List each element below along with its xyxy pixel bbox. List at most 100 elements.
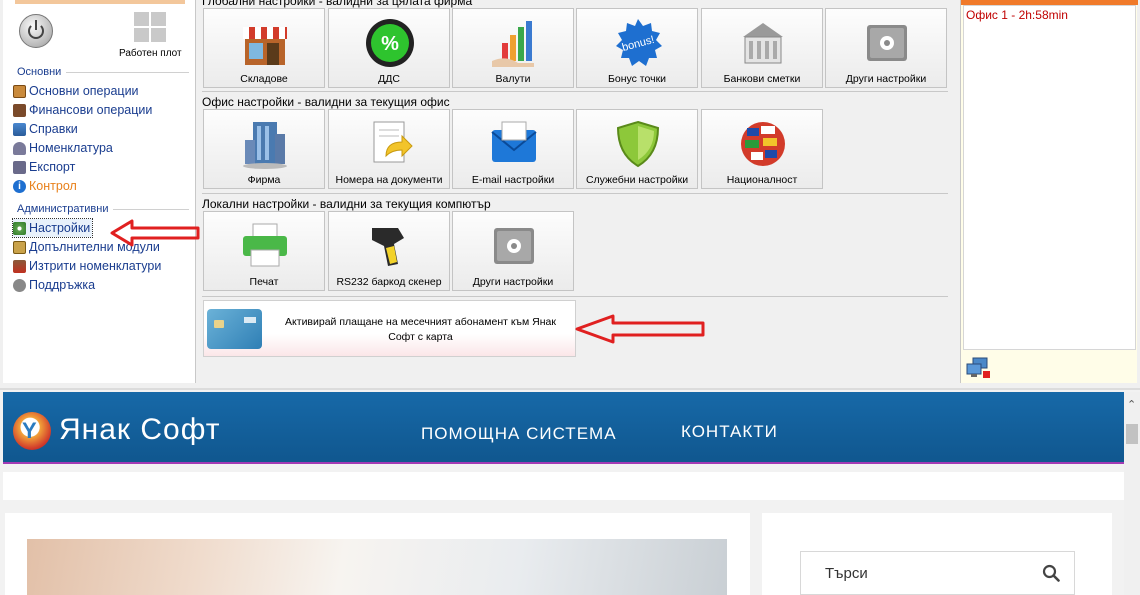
article-card bbox=[5, 513, 750, 595]
envelope-icon bbox=[491, 121, 537, 162]
credit-card-icon bbox=[207, 309, 262, 349]
scroll-up-icon[interactable]: ⌃ bbox=[1127, 398, 1136, 411]
tile-warehouses[interactable]: Складове bbox=[203, 8, 325, 88]
tile-label: Други настройки bbox=[472, 276, 554, 288]
tile-label: E-mail настройки bbox=[471, 174, 555, 186]
tile-label: Националност bbox=[726, 174, 798, 186]
settings-box-icon bbox=[494, 228, 534, 264]
sessions-list: Офис 1 - 2h:58min bbox=[963, 5, 1136, 350]
reports-icon bbox=[13, 122, 26, 136]
annotation-arrow-card bbox=[575, 314, 705, 344]
nomenclature-icon bbox=[13, 141, 26, 155]
nav-item-main-operations[interactable]: Основни операции bbox=[13, 82, 139, 100]
site-navbar: Y Янак Софт ПОМОЩНА СИСТЕМА КОНТАКТИ bbox=[3, 392, 1124, 464]
page-scrollbar[interactable]: ⌃ bbox=[1124, 392, 1140, 595]
nav-item-support[interactable]: Поддръжка bbox=[13, 276, 95, 294]
group-title-main: Основни bbox=[17, 66, 189, 78]
tile-label: Други настройки bbox=[845, 73, 927, 85]
active-sessions-panel: Офис 1 - 2h:58min bbox=[960, 0, 1138, 383]
settings-window: Работен плот Основни Основни операции Фи… bbox=[0, 0, 1140, 388]
tile-label: Банкови сметки bbox=[723, 73, 801, 85]
card-tile-text: Активирай плащане на месечният абонамент… bbox=[285, 316, 556, 343]
vat-percent-icon: % bbox=[366, 19, 414, 67]
tile-vat[interactable]: % ДДС bbox=[328, 8, 450, 88]
tile-print[interactable]: Печат bbox=[203, 211, 325, 291]
nav-item-financial-operations[interactable]: Финансови операции bbox=[13, 101, 152, 119]
nav-item-label: Номенклатура bbox=[29, 141, 113, 155]
nav-item-label: Справки bbox=[29, 122, 78, 136]
store-icon bbox=[243, 27, 287, 65]
finance-icon bbox=[13, 103, 26, 117]
nav-contacts[interactable]: КОНТАКТИ bbox=[681, 422, 778, 442]
settings-icon bbox=[13, 221, 26, 235]
nav-item-label: Финансови операции bbox=[29, 103, 153, 117]
tile-label: Складове bbox=[240, 73, 288, 85]
tile-label: Фирма bbox=[247, 174, 281, 186]
session-entry[interactable]: Офис 1 - 2h:58min bbox=[966, 8, 1068, 22]
left-navigation-panel: Работен плот Основни Основни операции Фи… bbox=[3, 0, 196, 383]
nav-item-label: Поддръжка bbox=[29, 278, 96, 292]
tile-email-settings[interactable]: E-mail настройки bbox=[452, 109, 574, 189]
site-logo-text[interactable]: Янак Софт bbox=[59, 413, 221, 447]
desktop-label[interactable]: Работен плот bbox=[119, 48, 182, 59]
tile-bank-accounts[interactable]: Банкови сметки bbox=[701, 8, 823, 88]
power-icon[interactable] bbox=[19, 14, 53, 48]
tile-service-settings[interactable]: Служебни настройки bbox=[576, 109, 698, 189]
nav-item-label: Настройки bbox=[29, 221, 91, 235]
content-strip bbox=[3, 472, 1124, 500]
nav-item-label: Основни операции bbox=[29, 84, 139, 98]
tile-label: ДДС bbox=[378, 73, 400, 85]
section-divider bbox=[202, 296, 948, 297]
section-title-office: Офис настройки - валидни за текущия офис bbox=[202, 95, 450, 109]
tile-company[interactable]: Фирма bbox=[203, 109, 325, 189]
tile-document-numbers[interactable]: Номера на документи bbox=[328, 109, 450, 189]
settings-box-icon bbox=[867, 25, 907, 61]
export-icon bbox=[13, 160, 26, 174]
search-box bbox=[800, 551, 1075, 595]
pay-subscription-by-card-button[interactable]: Активирай плащане на месечният абонамент… bbox=[203, 300, 576, 357]
info-icon: i bbox=[13, 179, 26, 193]
website-area: Y Янак Софт ПОМОЩНА СИСТЕМА КОНТАКТИ ⌃ bbox=[0, 388, 1140, 595]
tile-rs232-barcode-scanner[interactable]: RS232 баркод скенер bbox=[328, 211, 450, 291]
section-divider bbox=[202, 91, 948, 92]
nav-item-settings[interactable]: Настройки bbox=[11, 218, 94, 238]
tile-label: RS232 баркод скенер bbox=[336, 276, 442, 288]
tile-other-settings-local[interactable]: Други настройки bbox=[452, 211, 574, 291]
nav-item-export[interactable]: Експорт bbox=[13, 158, 75, 176]
logo-icon[interactable]: Y bbox=[13, 412, 51, 450]
clipboard-icon bbox=[13, 84, 26, 98]
nav-item-reports[interactable]: Справки bbox=[13, 120, 78, 138]
tile-currencies[interactable]: Валути bbox=[452, 8, 574, 88]
modules-icon bbox=[13, 240, 26, 254]
tile-label: Валути bbox=[495, 73, 531, 85]
section-divider bbox=[202, 193, 948, 194]
globe-flags-icon bbox=[741, 122, 785, 166]
nav-item-deleted-nomenclatures[interactable]: Изтрити номенклатури bbox=[13, 257, 161, 275]
svg-text:%: % bbox=[381, 33, 399, 55]
tile-label: Номера на документи bbox=[335, 174, 443, 186]
tile-nationality[interactable]: Националност bbox=[701, 109, 823, 189]
bank-icon bbox=[743, 23, 783, 64]
search-input[interactable] bbox=[825, 562, 1025, 584]
search-icon[interactable] bbox=[1042, 564, 1060, 582]
scroll-thumb[interactable] bbox=[1126, 424, 1138, 444]
article-image[interactable] bbox=[27, 539, 727, 595]
barcode-scanner-icon bbox=[372, 228, 404, 266]
tile-label: Печат bbox=[249, 276, 279, 288]
nav-item-control[interactable]: i Контрол bbox=[13, 177, 77, 195]
window-divider bbox=[0, 388, 1140, 390]
tile-bonus-points[interactable]: bonus! Бонус точки bbox=[576, 8, 698, 88]
group-title-administrative: Административни bbox=[17, 203, 189, 215]
nav-item-label: Изтрити номенклатури bbox=[29, 259, 162, 273]
shield-icon bbox=[616, 120, 660, 168]
nav-item-nomenclature[interactable]: Номенклатура bbox=[13, 139, 113, 157]
nav-item-label: Контрол bbox=[29, 179, 77, 193]
nav-help-system[interactable]: ПОМОЩНА СИСТЕМА bbox=[421, 424, 617, 444]
desktop-windows-icon[interactable] bbox=[134, 12, 166, 42]
network-disconnected-icon[interactable] bbox=[965, 356, 991, 380]
printer-icon bbox=[243, 223, 287, 267]
support-icon bbox=[13, 278, 26, 292]
section-title-global: Глобални настройки - валидни за цялата ф… bbox=[202, 0, 473, 8]
tile-other-settings-global[interactable]: Други настройки bbox=[825, 8, 947, 88]
site-sidebar bbox=[762, 513, 1112, 595]
